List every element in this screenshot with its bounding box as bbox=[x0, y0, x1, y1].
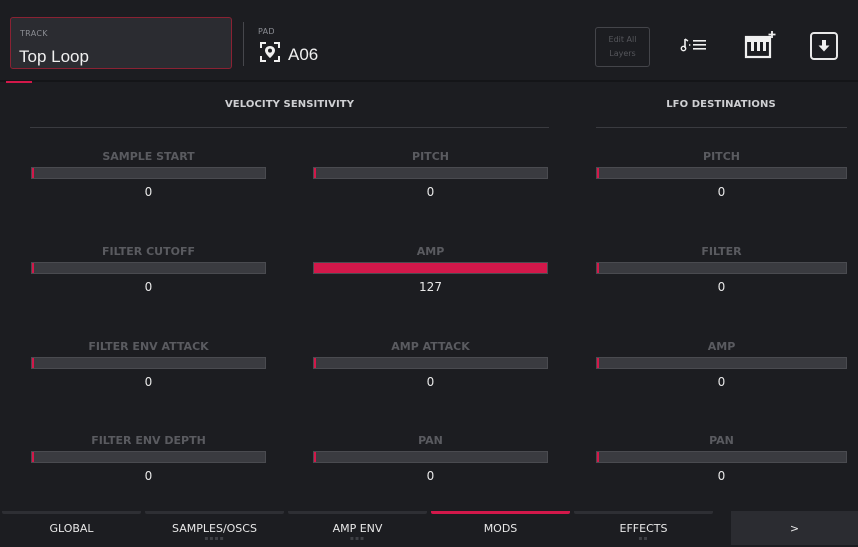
param-fill bbox=[314, 263, 547, 273]
param-value: 0 bbox=[144, 375, 153, 389]
edit-all-layers-button[interactable]: Edit All Layers bbox=[595, 27, 650, 67]
param-fill bbox=[597, 452, 599, 462]
param-fill bbox=[597, 168, 599, 178]
tab-label: MODS bbox=[483, 522, 518, 535]
tab-bar: GLOBAL SAMPLES/OSCS ▪▪▪▪ AMP ENV ▪▪▪ MOD… bbox=[0, 511, 858, 545]
velocity-param[interactable]: AMP ATTACK 0 bbox=[313, 340, 548, 396]
tab-amp-env[interactable]: AMP ENV ▪▪▪ bbox=[286, 511, 429, 545]
tab-indicator bbox=[431, 511, 570, 514]
param-fill bbox=[32, 168, 34, 178]
piano-plus-icon[interactable] bbox=[740, 28, 780, 62]
param-slider[interactable] bbox=[313, 357, 548, 369]
param-fill bbox=[597, 358, 599, 368]
param-slider[interactable] bbox=[31, 262, 266, 274]
param-slider[interactable] bbox=[596, 357, 847, 369]
header-accent bbox=[6, 81, 32, 83]
header: TRACK Top Loop PAD A06 Edit All Layers bbox=[0, 0, 858, 80]
param-slider[interactable] bbox=[31, 357, 266, 369]
param-slider[interactable] bbox=[313, 167, 548, 179]
param-slider[interactable] bbox=[596, 262, 847, 274]
param-label: PITCH bbox=[703, 150, 740, 163]
param-value: 0 bbox=[717, 280, 726, 294]
param-label: FILTER ENV ATTACK bbox=[88, 340, 209, 353]
param-label: AMP bbox=[416, 245, 445, 258]
param-value: 0 bbox=[426, 375, 435, 389]
download-icon[interactable] bbox=[810, 32, 838, 60]
velocity-param[interactable]: AMP 127 bbox=[313, 245, 548, 301]
param-label: FILTER CUTOFF bbox=[101, 245, 195, 258]
page-dots: ▪▪▪ bbox=[349, 535, 366, 542]
tab-label: SAMPLES/OSCS bbox=[172, 522, 257, 535]
param-fill bbox=[597, 263, 599, 273]
next-arrow-icon: > bbox=[789, 522, 800, 535]
track-selector[interactable]: TRACK Top Loop bbox=[10, 17, 232, 69]
param-fill bbox=[32, 452, 34, 462]
param-slider[interactable] bbox=[313, 451, 548, 463]
param-label: SAMPLE START bbox=[102, 150, 195, 163]
tab-indicator bbox=[288, 511, 427, 514]
param-label: PAN bbox=[418, 434, 443, 447]
param-fill bbox=[32, 263, 34, 273]
tab-label: GLOBAL bbox=[49, 522, 94, 535]
tab-indicator bbox=[574, 511, 713, 514]
lfo-destinations-title: LFO DESTINATIONS bbox=[666, 99, 776, 110]
param-label: FILTER ENV DEPTH bbox=[91, 434, 206, 447]
velocity-param[interactable]: FILTER ENV DEPTH 0 bbox=[31, 434, 266, 490]
pad-label: PAD bbox=[258, 27, 275, 36]
header-separator bbox=[0, 80, 858, 82]
lfo-param[interactable]: PITCH 0 bbox=[596, 150, 847, 206]
pad-value[interactable]: A06 bbox=[288, 45, 318, 65]
param-slider[interactable] bbox=[31, 167, 266, 179]
param-value: 127 bbox=[419, 280, 442, 294]
param-value: 0 bbox=[144, 185, 153, 199]
param-slider[interactable] bbox=[31, 451, 266, 463]
velocity-param[interactable]: FILTER CUTOFF 0 bbox=[31, 245, 266, 301]
param-slider[interactable] bbox=[596, 167, 847, 179]
velocity-param[interactable]: PAN 0 bbox=[313, 434, 548, 490]
map-pin-icon[interactable] bbox=[259, 41, 281, 63]
track-value: Top Loop bbox=[19, 47, 89, 66]
lfo-param[interactable]: PAN 0 bbox=[596, 434, 847, 490]
param-value: 0 bbox=[426, 469, 435, 483]
param-slider[interactable] bbox=[596, 451, 847, 463]
tab-mods[interactable]: MODS bbox=[429, 511, 572, 545]
track-label: TRACK bbox=[20, 29, 48, 38]
velocity-divider bbox=[30, 127, 549, 128]
tab-indicator bbox=[2, 511, 141, 514]
next-page-button[interactable]: > bbox=[731, 511, 858, 545]
param-label: PITCH bbox=[412, 150, 449, 163]
param-label: AMP bbox=[707, 340, 736, 353]
velocity-param[interactable]: FILTER ENV ATTACK 0 bbox=[31, 340, 266, 396]
param-value: 0 bbox=[426, 185, 435, 199]
param-value: 0 bbox=[717, 375, 726, 389]
tab-label: AMP ENV bbox=[332, 522, 383, 535]
lfo-divider bbox=[596, 127, 847, 128]
page-dots: ▪▪ bbox=[638, 535, 649, 542]
param-label: PAN bbox=[709, 434, 734, 447]
velocity-sensitivity-title: VELOCITY SENSITIVITY bbox=[224, 99, 355, 110]
tab-global[interactable]: GLOBAL bbox=[0, 511, 143, 545]
param-fill bbox=[32, 358, 34, 368]
param-label: AMP ATTACK bbox=[391, 340, 470, 353]
param-fill bbox=[314, 452, 316, 462]
param-value: 0 bbox=[144, 469, 153, 483]
lfo-param[interactable]: FILTER 0 bbox=[596, 245, 847, 301]
velocity-param[interactable]: SAMPLE START 0 bbox=[31, 150, 266, 206]
param-value: 0 bbox=[717, 469, 726, 483]
lfo-param[interactable]: AMP 0 bbox=[596, 340, 847, 396]
velocity-param[interactable]: PITCH 0 bbox=[313, 150, 548, 206]
param-fill bbox=[314, 168, 316, 178]
header-divider bbox=[243, 22, 244, 66]
tab-label: EFFECTS bbox=[619, 522, 668, 535]
param-slider[interactable] bbox=[313, 262, 548, 274]
tab-effects[interactable]: EFFECTS ▪▪ bbox=[572, 511, 715, 545]
param-value: 0 bbox=[717, 185, 726, 199]
param-value: 0 bbox=[144, 280, 153, 294]
tab-indicator bbox=[145, 511, 284, 514]
param-fill bbox=[314, 358, 316, 368]
param-label: FILTER bbox=[701, 245, 742, 258]
tab-samples-oscs[interactable]: SAMPLES/OSCS ▪▪▪▪ bbox=[143, 511, 286, 545]
page-dots: ▪▪▪▪ bbox=[204, 535, 225, 542]
note-list-icon[interactable] bbox=[674, 28, 714, 62]
